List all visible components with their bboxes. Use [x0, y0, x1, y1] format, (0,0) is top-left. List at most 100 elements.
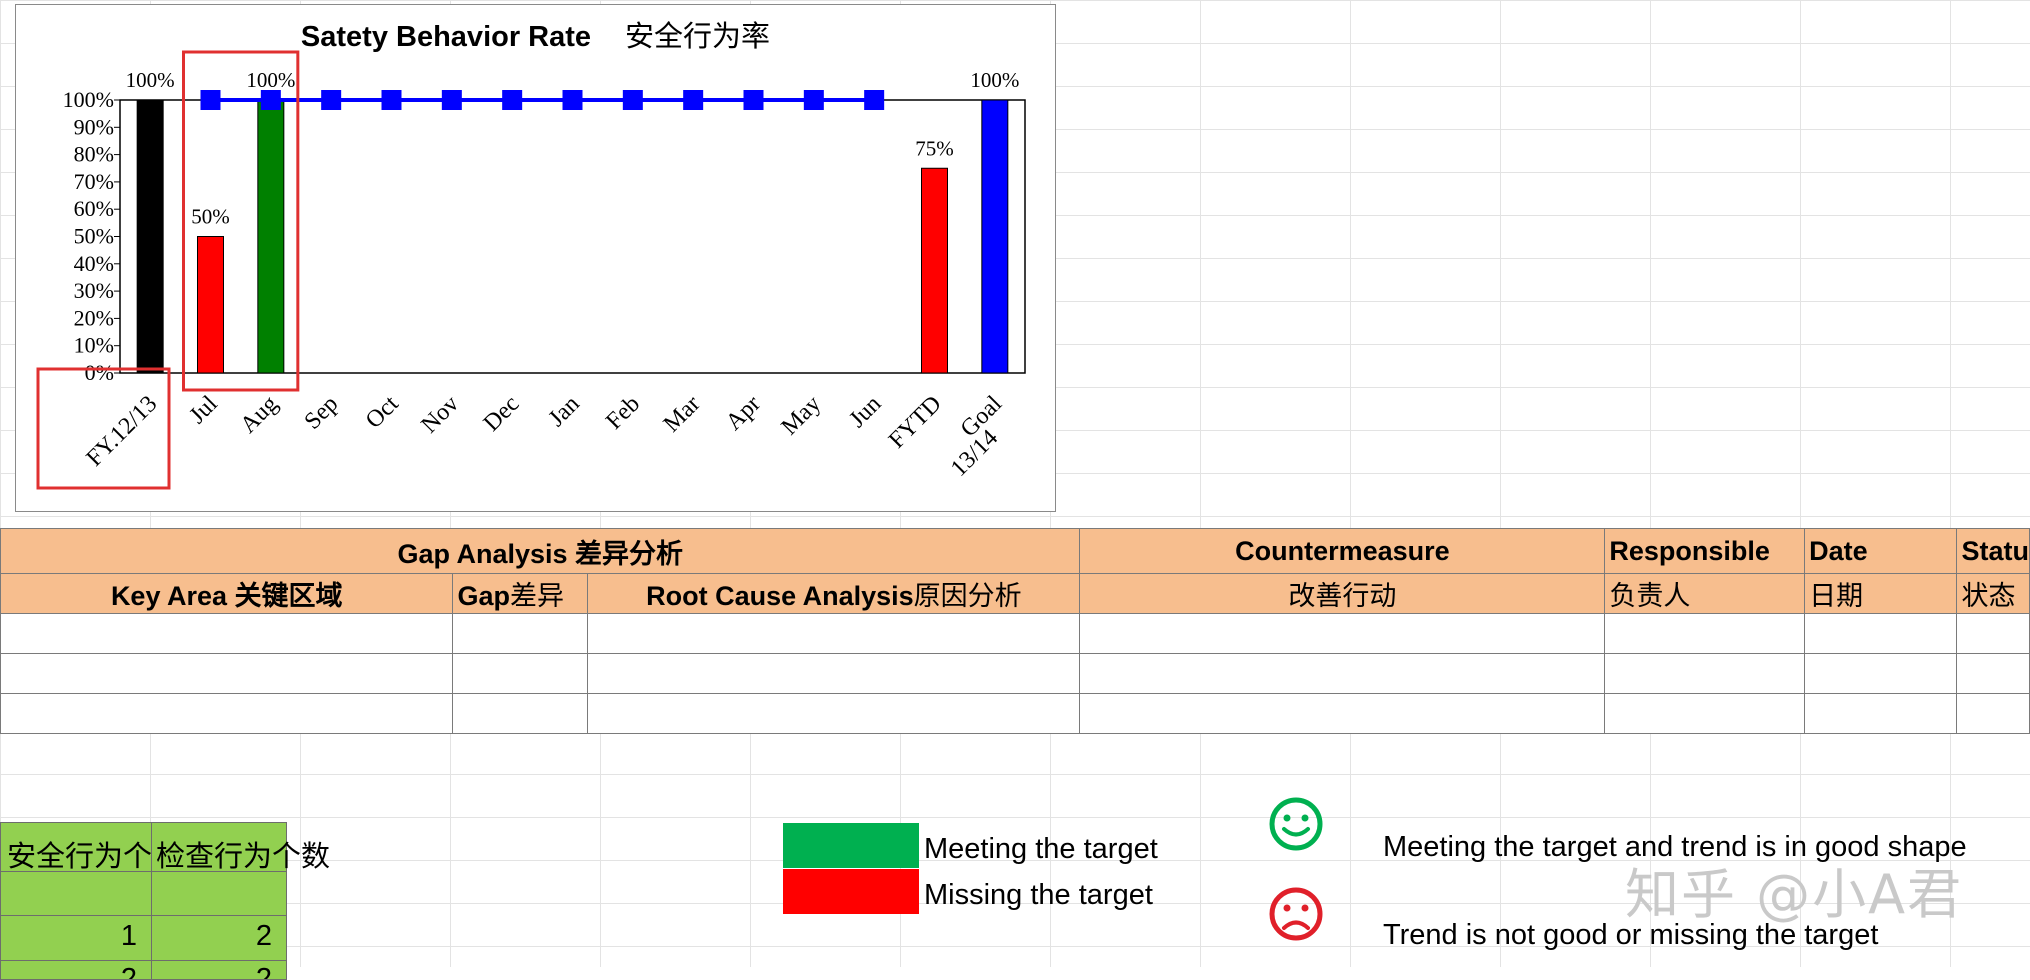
bar-jul: [197, 236, 224, 374]
y-tick-label: 20%: [74, 305, 114, 330]
date-header[interactable]: Date: [1804, 528, 1958, 574]
data-cell[interactable]: 2: [151, 960, 287, 980]
table-cell[interactable]: [1804, 693, 1958, 734]
date-cn-header[interactable]: 日期: [1804, 573, 1958, 614]
table-cell[interactable]: [1079, 613, 1606, 654]
table-cell[interactable]: [587, 613, 1081, 654]
safe-behavior-count-header[interactable]: 安全行为个: [0, 822, 153, 873]
table-cell[interactable]: [1604, 693, 1806, 734]
x-tick-label: Oct: [361, 391, 404, 434]
status-cn-header[interactable]: 状态: [1956, 573, 2030, 614]
table-row: [0, 693, 2030, 734]
table-cell[interactable]: [0, 613, 454, 654]
table-cell[interactable]: [452, 653, 589, 694]
key-area-label: Key Area 关键区域: [110, 581, 343, 611]
frowning-face-icon: [1269, 887, 1323, 941]
table-cell[interactable]: [1956, 653, 2030, 694]
bar-13-14-goal: [981, 99, 1009, 374]
table-cell[interactable]: [452, 613, 589, 654]
target-marker: [743, 90, 764, 110]
smiley-face-icon: [1269, 797, 1323, 851]
chart-area[interactable]: Satety Behavior Rate 安全行为率 0% 10% 20% 30% 40%…: [15, 4, 1056, 512]
data-label: 50%: [191, 205, 230, 229]
table-row: [0, 653, 2030, 694]
root-cause-header[interactable]: Root Cause Analysis原因分析: [587, 573, 1081, 614]
table-cell[interactable]: [0, 693, 454, 734]
table-cell[interactable]: [1079, 653, 1606, 694]
watermark: 知乎 @小A君: [1625, 863, 1964, 926]
target-marker: [864, 90, 885, 110]
improve-action-header[interactable]: 改善行动: [1079, 573, 1606, 614]
gap-analysis-header[interactable]: Gap Analysis 差异分析: [0, 528, 1081, 574]
root-cause-label-en: Root Cause Analysis: [646, 581, 914, 611]
meeting-target-label: Meeting the target: [924, 833, 1158, 865]
countermeasure-header[interactable]: Countermeasure: [1079, 528, 1606, 574]
y-tick-label: 10%: [74, 333, 114, 358]
bar-fytd: [921, 167, 948, 374]
owner-label: 负责人: [1609, 581, 1691, 612]
x-tick-label: Dec: [479, 391, 525, 437]
check-behavior-count-header[interactable]: 检查行为个数: [151, 822, 330, 873]
meeting-target-swatch: [783, 823, 919, 868]
target-marker: [562, 90, 583, 110]
gap-analysis-table: Gap Analysis 差异分析 Countermeasure Respons…: [0, 528, 2030, 734]
missing-target-label: Missing the target: [924, 879, 1153, 911]
table-cell[interactable]: [452, 693, 589, 734]
data-cell[interactable]: [151, 871, 287, 916]
target-marker: [502, 90, 523, 110]
y-tick-label: 0%: [85, 360, 114, 385]
data-cell[interactable]: 1: [0, 915, 152, 961]
table-cell[interactable]: [0, 653, 454, 694]
safe-behavior-count-label: 安全行为个: [7, 839, 153, 873]
target-marker: [683, 90, 704, 110]
gap-label-cn: 差异: [509, 581, 564, 612]
table-cell[interactable]: [1604, 613, 1806, 654]
gap-header[interactable]: Gap差异: [452, 573, 589, 614]
status-cn-label: 状态: [1961, 581, 2016, 612]
safe-count-value: 1: [120, 920, 137, 952]
x-tick-label: FY.12/13: [82, 391, 163, 472]
target-marker: [381, 90, 402, 110]
table-cell[interactable]: [1956, 693, 2030, 734]
table-cell[interactable]: [1079, 693, 1606, 734]
missing-target-swatch: [783, 869, 919, 914]
x-tick-label: Apr: [721, 391, 766, 436]
y-tick-label: 30%: [74, 278, 114, 303]
data-label: 75%: [915, 136, 954, 160]
x-tick-label: Feb: [601, 391, 645, 435]
table-cell[interactable]: [1804, 653, 1958, 694]
target-marker: [200, 90, 221, 110]
status-label: Statu: [1961, 535, 2029, 566]
y-tick-label: 100%: [63, 87, 114, 112]
key-area-header[interactable]: Key Area 关键区域: [0, 573, 454, 614]
data-label: 100%: [246, 68, 295, 92]
responsible-header[interactable]: Responsible: [1604, 528, 1806, 574]
x-tick-label: Mar: [659, 391, 706, 438]
target-marker: [321, 90, 342, 110]
x-tick-label: Jan: [544, 391, 585, 432]
check-count-value: 2: [255, 920, 272, 952]
target-marker: [803, 90, 824, 110]
table-cell[interactable]: [1604, 653, 1806, 694]
status-header[interactable]: Statu: [1956, 528, 2030, 574]
table-cell[interactable]: [1956, 613, 2030, 654]
data-cell[interactable]: [0, 871, 152, 916]
check-behavior-count-label: 检查行为个数: [156, 839, 331, 873]
date-label: Date: [1809, 535, 1868, 566]
table-cell[interactable]: [587, 653, 1081, 694]
data-cell[interactable]: 2: [0, 960, 152, 980]
owner-header[interactable]: 负责人: [1604, 573, 1806, 614]
plot-area: [119, 99, 1026, 374]
responsible-label: Responsible: [1609, 535, 1770, 566]
highlight-box-fy: [36, 367, 171, 490]
x-tick-label: Sep: [300, 391, 344, 435]
data-label: 100%: [970, 68, 1019, 92]
data-cell[interactable]: 2: [151, 915, 287, 961]
table-cell[interactable]: [1804, 613, 1958, 654]
table-cell[interactable]: [587, 693, 1081, 734]
check-count-value: 2: [255, 963, 272, 980]
x-tick-label: Aug: [235, 391, 283, 439]
y-tick-label: 80%: [74, 142, 114, 167]
gap-label-en: Gap: [457, 581, 510, 611]
y-tick-label: 90%: [74, 114, 114, 139]
